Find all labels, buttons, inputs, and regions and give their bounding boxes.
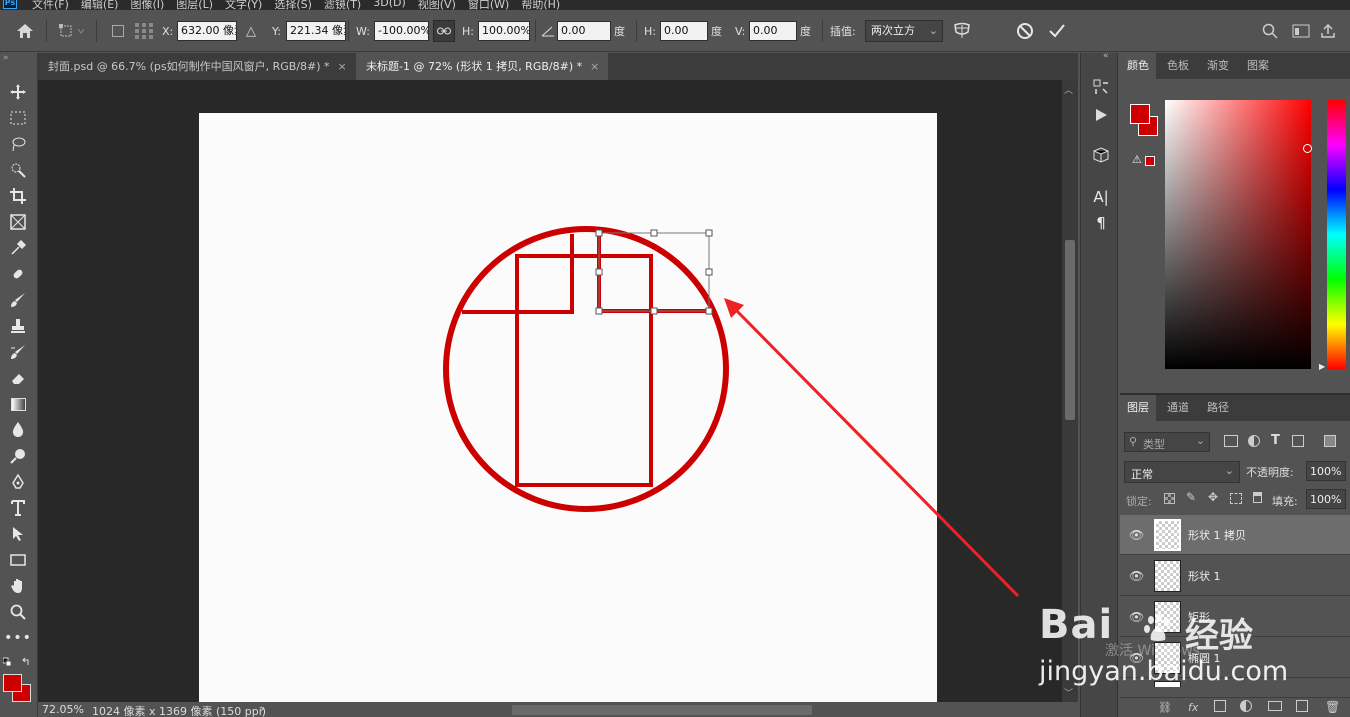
chevron-down-icon: ⌄ bbox=[1224, 464, 1234, 477]
fill-label: 填充: bbox=[1272, 495, 1298, 508]
new-adjustment-icon[interactable] bbox=[1240, 700, 1252, 712]
layer-row-rectangle[interactable]: 👁 矩形 bbox=[1120, 597, 1350, 637]
eye-icon[interactable]: 👁 bbox=[1129, 610, 1144, 624]
filter-smartobject-icon[interactable] bbox=[1324, 435, 1336, 447]
tab-gradients[interactable]: 渐变 bbox=[1200, 53, 1236, 79]
layer-thumbnail bbox=[1154, 560, 1181, 592]
rectangle-shape[interactable] bbox=[515, 254, 653, 487]
collapsed-panel-dock: « A| ¶ bbox=[1080, 51, 1118, 717]
document-size: 1024 像素 x 1369 像素 (150 ppi) bbox=[92, 705, 267, 717]
transform-handle[interactable] bbox=[595, 268, 603, 276]
transform-handle[interactable] bbox=[705, 268, 713, 276]
delete-layer-icon[interactable]: 🗑 bbox=[1325, 700, 1340, 714]
gamut-color-chip[interactable] bbox=[1145, 156, 1155, 166]
lock-position-icon[interactable]: ✥ bbox=[1208, 490, 1218, 504]
eye-icon[interactable]: 👁 bbox=[1129, 528, 1144, 542]
layer-thumbnail bbox=[1154, 519, 1181, 551]
saturation-brightness-field[interactable] bbox=[1165, 100, 1311, 369]
filter-adjustment-icon[interactable] bbox=[1248, 435, 1260, 447]
transform-handle[interactable] bbox=[705, 307, 713, 315]
layer-name[interactable]: 矩形 bbox=[1188, 609, 1210, 625]
search-icon: ⚲ bbox=[1129, 435, 1138, 448]
layer-row-shape1-copy[interactable]: 👁 形状 1 拷贝 bbox=[1120, 515, 1350, 555]
link-layers-icon[interactable]: ⛓ bbox=[1158, 701, 1172, 714]
layer-name[interactable]: 形状 1 bbox=[1188, 568, 1221, 584]
fill-input[interactable]: 100% bbox=[1306, 489, 1346, 509]
status-menu-arrow[interactable]: › bbox=[260, 702, 264, 715]
panel-fg-color[interactable] bbox=[1130, 104, 1150, 124]
lock-all-icon[interactable] bbox=[1253, 492, 1262, 503]
transform-handle[interactable] bbox=[650, 307, 658, 315]
hue-slider[interactable] bbox=[1327, 100, 1346, 369]
tab-layers[interactable]: 图层 bbox=[1120, 395, 1156, 421]
paragraph-panel-icon[interactable]: ¶ bbox=[1091, 213, 1111, 233]
transform-handle[interactable] bbox=[650, 229, 658, 237]
outer-circle-shape[interactable] bbox=[443, 226, 729, 512]
annotation-arrow bbox=[724, 298, 1020, 598]
eye-icon[interactable]: 👁 bbox=[1129, 651, 1144, 665]
color-panel: 颜色 色板 渐变 图案 ⚠ ▶ bbox=[1120, 53, 1350, 393]
lock-label: 锁定: bbox=[1126, 495, 1152, 508]
filter-pixel-icon[interactable] bbox=[1224, 435, 1238, 447]
opacity-label: 不透明度: bbox=[1246, 466, 1294, 479]
add-mask-icon[interactable] bbox=[1214, 700, 1226, 712]
hue-slider-marker[interactable]: ▶ bbox=[1319, 362, 1325, 371]
tab-patterns[interactable]: 图案 bbox=[1240, 53, 1276, 79]
layer-row-shape1[interactable]: 👁 形状 1 bbox=[1120, 556, 1350, 596]
layer-name[interactable]: 形状 1 拷贝 bbox=[1188, 527, 1246, 543]
horizontal-scrollbar-thumb[interactable] bbox=[512, 705, 812, 715]
3d-panel-icon[interactable] bbox=[1091, 145, 1111, 165]
chevron-down-icon: ⌄ bbox=[1195, 434, 1205, 447]
blend-mode-value: 正常 bbox=[1131, 468, 1153, 481]
actions-play-icon[interactable] bbox=[1091, 105, 1111, 125]
scroll-up-icon[interactable]: ︿ bbox=[1064, 83, 1073, 96]
blend-mode-select[interactable]: 正常 ⌄ bbox=[1124, 461, 1240, 483]
eye-icon[interactable]: 👁 bbox=[1129, 569, 1144, 583]
window-artwork bbox=[443, 226, 729, 512]
zoom-level[interactable]: 72.05% bbox=[42, 703, 84, 716]
layer-filter-placeholder: 类型 bbox=[1143, 438, 1165, 451]
layers-list: 👁 形状 1 拷贝 👁 形状 1 👁 矩形 👁 椭圆 1 bbox=[1120, 515, 1350, 687]
tab-paths[interactable]: 路径 bbox=[1200, 395, 1236, 421]
gamut-warning-icon[interactable]: ⚠ bbox=[1132, 153, 1142, 166]
opacity-input[interactable]: 100% bbox=[1306, 461, 1346, 481]
layer-filter-select[interactable]: ⚲ 类型 ⌄ bbox=[1124, 432, 1210, 452]
tab-color[interactable]: 颜色 bbox=[1120, 53, 1156, 79]
layers-bottom-bar: ⛓ fx 🗑 bbox=[1120, 697, 1350, 717]
layer-thumbnail bbox=[1154, 601, 1181, 633]
expand-dock-icon[interactable]: « bbox=[1103, 51, 1109, 61]
layer-name[interactable]: 椭圆 1 bbox=[1188, 650, 1221, 666]
lock-transparency-icon[interactable] bbox=[1164, 493, 1175, 504]
character-panel-icon[interactable]: A| bbox=[1091, 187, 1111, 207]
filter-shape-icon[interactable] bbox=[1292, 435, 1304, 447]
transform-handle[interactable] bbox=[705, 229, 713, 237]
layers-panel-tabs: 图层 通道 路径 bbox=[1120, 395, 1350, 421]
layer-thumbnail bbox=[1154, 642, 1181, 674]
transform-handle[interactable] bbox=[595, 307, 603, 315]
transform-bounding-box[interactable] bbox=[595, 229, 713, 315]
new-group-icon[interactable] bbox=[1268, 701, 1282, 711]
color-picker-cursor[interactable] bbox=[1303, 144, 1312, 153]
layer-row-ellipse1[interactable]: 👁 椭圆 1 bbox=[1120, 638, 1350, 678]
layers-panel: 图层 通道 路径 ⚲ 类型 ⌄ T 正常 ⌄ 不透明度: 100% 锁定: ✎ … bbox=[1120, 393, 1350, 717]
new-layer-icon[interactable] bbox=[1296, 700, 1308, 712]
history-panel-icon[interactable] bbox=[1091, 77, 1111, 97]
tab-swatches[interactable]: 色板 bbox=[1160, 53, 1196, 79]
lock-brush-icon[interactable]: ✎ bbox=[1186, 490, 1196, 504]
vertical-scrollbar-thumb[interactable] bbox=[1065, 240, 1075, 420]
background-layer-thumbnail bbox=[1154, 681, 1181, 687]
lock-artboard-icon[interactable] bbox=[1230, 493, 1242, 504]
transform-handle[interactable] bbox=[595, 229, 603, 237]
scroll-down-icon[interactable]: ﹀ bbox=[1064, 686, 1073, 699]
fx-icon[interactable]: fx bbox=[1188, 701, 1198, 714]
filter-type-icon[interactable]: T bbox=[1271, 433, 1280, 448]
color-panel-tabs: 颜色 色板 渐变 图案 bbox=[1120, 53, 1350, 79]
tab-channels[interactable]: 通道 bbox=[1160, 395, 1196, 421]
